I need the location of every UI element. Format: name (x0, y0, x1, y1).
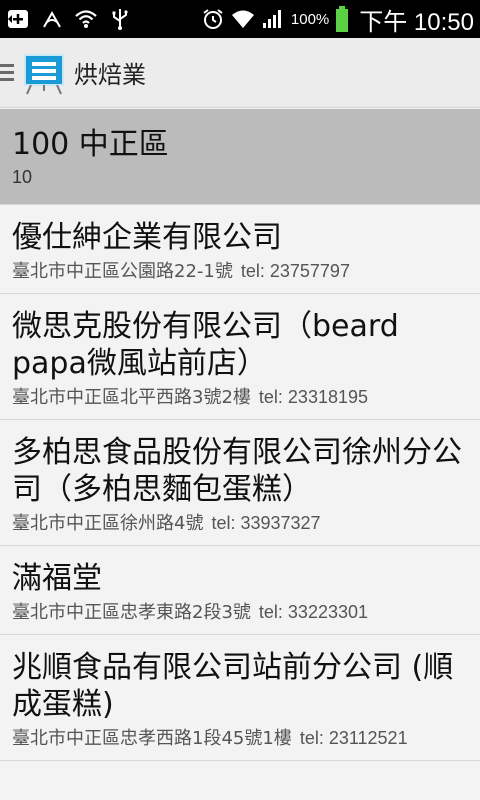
phone-number: tel: 23318195 (258, 387, 369, 407)
add-box-icon (6, 7, 30, 31)
list-item[interactable]: 多柏思食品股份有限公司徐州分公司（多柏思麵包蛋糕） 臺北市中正區徐州路4號 tel… (0, 420, 480, 546)
action-bar: 烘焙業 (0, 38, 480, 108)
signal-arc-icon (40, 7, 64, 31)
address-text: 臺北市中正區徐州路4號 (12, 513, 204, 534)
section-header[interactable]: 100 中正區 10 (0, 109, 480, 205)
section-title: 100 中正區 (12, 127, 169, 162)
phone-number: tel: 23112521 (299, 728, 408, 748)
list-item[interactable]: 優仕紳企業有限公司 臺北市中正區公園路22-1號 tel: 23757797 (0, 205, 480, 294)
usb-icon (108, 7, 132, 31)
status-bar: 100% 下午 10:50 (0, 0, 480, 38)
business-address: 臺北市中正區忠孝東路2段3號 tel: 33223301 (12, 601, 468, 624)
address-text: 臺北市中正區忠孝西路1段45號1樓 (12, 728, 292, 749)
clock: 下午 10:50 (359, 8, 474, 36)
business-address: 臺北市中正區徐州路4號 tel: 33937327 (12, 512, 468, 535)
business-name: 微思克股份有限公司（beard papa微風站前店） (12, 309, 399, 381)
phone-number: tel: 33223301 (258, 602, 369, 622)
business-address: 臺北市中正區北平西路3號2樓 tel: 23318195 (12, 386, 468, 409)
business-name: 優仕紳企業有限公司 (12, 220, 282, 255)
cell-signal-icon (261, 7, 285, 31)
drawer-menu-icon[interactable] (0, 38, 16, 108)
wifi-icon (231, 7, 255, 31)
section-count: 10 (12, 167, 33, 187)
business-name: 兆順食品有限公司站前分公司 (順成蛋糕) (12, 650, 454, 722)
alarm-icon (201, 7, 225, 31)
phone-number: tel: 33937327 (211, 513, 321, 533)
address-text: 臺北市中正區忠孝東路2段3號 (12, 602, 251, 623)
business-address: 臺北市中正區忠孝西路1段45號1樓 tel: 23112521 (12, 727, 468, 750)
status-system: 100% 下午 10:50 (201, 2, 474, 37)
battery-percent: 100% (290, 10, 330, 28)
page-title: 烘焙業 (74, 61, 146, 89)
business-name: 多柏思食品股份有限公司徐州分公司（多柏思麵包蛋糕） (12, 435, 462, 507)
address-text: 臺北市中正區北平西路3號2樓 (12, 387, 251, 408)
phone-number: tel: 23757797 (240, 261, 350, 281)
list-item[interactable]: 滿福堂 臺北市中正區忠孝東路2段3號 tel: 33223301 (0, 546, 480, 635)
list-item[interactable]: 微思克股份有限公司（beard papa微風站前店） 臺北市中正區北平西路3號2… (0, 294, 480, 420)
business-address: 臺北市中正區公園路22-1號 tel: 23757797 (12, 260, 468, 283)
status-notifications (6, 7, 132, 31)
business-list: 100 中正區 10 優仕紳企業有限公司 臺北市中正區公園路22-1號 tel: … (0, 109, 480, 761)
wifi-tether-icon (74, 7, 98, 31)
list-item[interactable]: 兆順食品有限公司站前分公司 (順成蛋糕) 臺北市中正區忠孝西路1段45號1樓 te… (0, 635, 480, 761)
battery-icon (335, 6, 349, 32)
business-name: 滿福堂 (12, 561, 102, 596)
address-text: 臺北市中正區公園路22-1號 (12, 261, 233, 282)
presentation-board-icon[interactable] (22, 51, 66, 95)
